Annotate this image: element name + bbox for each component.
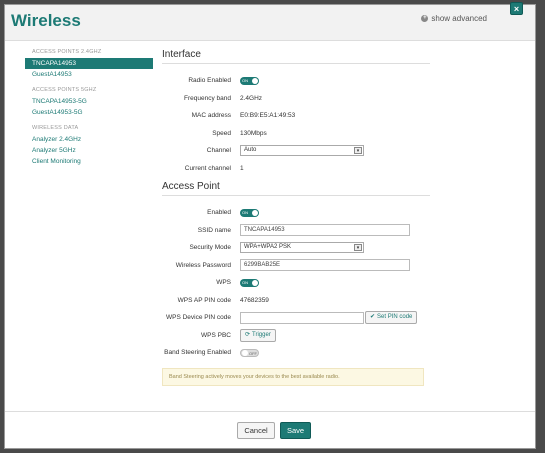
- wps-pin-value: 47682359: [240, 296, 269, 304]
- wireless-dialog: Wireless + show advanced × ACCESS POINTS…: [4, 2, 536, 449]
- refresh-icon: ⟳: [245, 331, 251, 338]
- trigger-button[interactable]: ⟳ Trigger: [240, 328, 276, 342]
- password-input[interactable]: 6299BAB25E: [240, 259, 410, 272]
- speed-label: Speed: [212, 129, 231, 137]
- security-select-value: WPA+WPA2 PSK: [244, 244, 291, 251]
- current-channel-value: 1: [240, 164, 244, 172]
- settings-content: Interface Radio Enabled ON Frequency ban…: [162, 49, 430, 386]
- save-button[interactable]: Save: [280, 422, 311, 439]
- set-pin-button[interactable]: ✔ Set PIN code: [365, 311, 418, 325]
- sidebar-item-guesta14953[interactable]: GuestA14953: [25, 69, 153, 80]
- enabled-label: Enabled: [207, 209, 231, 217]
- device-pin-label: WPS Device PIN code: [165, 314, 231, 322]
- sidebar-item-guesta14953-5g[interactable]: GuestA14953-5G: [25, 107, 153, 118]
- channel-select[interactable]: Auto ▾: [240, 145, 364, 157]
- channel-select-value: Auto: [244, 147, 257, 154]
- wps-label: WPS: [216, 279, 231, 287]
- wps-toggle-text: ON: [242, 280, 248, 286]
- password-label: Wireless Password: [175, 261, 231, 269]
- radio-toggle-text: ON: [242, 78, 248, 84]
- mac-value: E0:B9:E5:A1:49:53: [240, 112, 296, 120]
- access-point-section-title: Access Point: [162, 181, 430, 196]
- freq-value: 2.4GHz: [240, 94, 263, 102]
- radio-row: Radio Enabled ON: [162, 72, 430, 90]
- wps-pin-label: WPS AP PIN code: [177, 296, 231, 304]
- page-title: Wireless: [11, 11, 81, 30]
- speed-value: 130Mbps: [240, 129, 267, 137]
- chevron-down-icon: ▾: [354, 244, 362, 252]
- ssid-label: SSID name: [197, 226, 231, 234]
- cancel-button[interactable]: Cancel: [237, 422, 275, 439]
- sidebar-group-5ghz: ACCESS POINTS 5GHZ: [32, 87, 97, 93]
- sidebar-group-2ghz: ACCESS POINTS 2.4GHZ: [32, 49, 102, 55]
- chevron-down-icon: ▾: [354, 147, 362, 155]
- band-steering-toggle[interactable]: OFF: [240, 348, 259, 357]
- security-label: Security Mode: [189, 244, 231, 252]
- wps-toggle[interactable]: ON: [240, 278, 259, 287]
- close-button[interactable]: ×: [510, 2, 523, 15]
- device-pin-input[interactable]: [240, 311, 364, 324]
- dialog-header: Wireless + show advanced ×: [5, 2, 535, 41]
- radio-label: Radio Enabled: [188, 77, 231, 85]
- band-steering-label: Band Steering Enabled: [164, 349, 231, 357]
- enabled-toggle[interactable]: ON: [240, 208, 259, 217]
- sidebar: ACCESS POINTS 2.4GHZ TNCAPA14953 GuestA1…: [25, 49, 153, 167]
- sidebar-item-tncapa14953-5g[interactable]: TNCAPA14953-5G: [25, 96, 153, 107]
- security-select[interactable]: WPA+WPA2 PSK ▾: [240, 242, 364, 254]
- check-icon: ✔: [370, 314, 376, 321]
- plus-circle-icon: +: [421, 15, 429, 22]
- radio-toggle[interactable]: ON: [240, 76, 259, 85]
- mac-label: MAC address: [191, 112, 231, 120]
- ssid-input[interactable]: TNCAPA14953: [240, 224, 410, 237]
- sidebar-item-tncapa14953[interactable]: TNCAPA14953: [25, 58, 153, 69]
- enabled-toggle-text: ON: [242, 210, 248, 216]
- pbc-label: WPS PBC: [201, 331, 231, 339]
- sidebar-item-analyzer-5[interactable]: Analyzer 5GHz: [25, 145, 153, 156]
- band-steering-note: Band Steering actively moves your device…: [162, 367, 424, 386]
- channel-label: Channel: [206, 147, 231, 155]
- interface-section-title: Interface: [162, 49, 430, 64]
- freq-label: Frequency band: [184, 94, 231, 102]
- band-toggle-text: OFF: [249, 350, 257, 356]
- show-advanced-label: show advanced: [431, 14, 487, 23]
- sidebar-item-client-monitoring[interactable]: Client Monitoring: [25, 156, 153, 167]
- sidebar-item-analyzer-24[interactable]: Analyzer 2.4GHz: [25, 134, 153, 145]
- dialog-footer: Cancel Save: [5, 411, 535, 448]
- trigger-label: Trigger: [252, 331, 271, 338]
- sidebar-group-wireless-data: WIRELESS DATA: [32, 125, 79, 131]
- set-pin-label: Set PIN code: [377, 314, 413, 321]
- show-advanced-link[interactable]: + show advanced: [421, 14, 487, 23]
- current-channel-label: Current channel: [184, 164, 231, 172]
